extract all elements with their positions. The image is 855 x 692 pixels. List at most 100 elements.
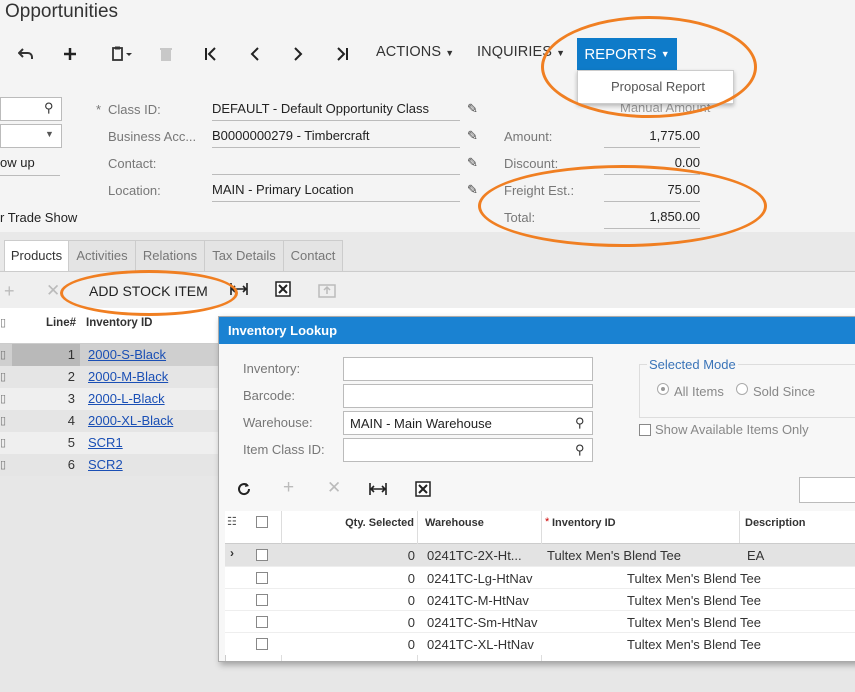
- fit-columns-icon[interactable]: [369, 481, 387, 500]
- refresh-icon[interactable]: [237, 482, 251, 499]
- amount-value: 1,775.00: [604, 128, 700, 148]
- table-row[interactable]: 0 0241TC-Sm-HtNav Tultex Men's Blend Tee: [225, 610, 855, 633]
- add-row-icon[interactable]: +: [283, 477, 294, 499]
- tab-relations[interactable]: Relations: [135, 240, 205, 271]
- required-mark: *: [545, 516, 550, 528]
- source-value: r Trade Show: [0, 210, 78, 225]
- class-id-value[interactable]: DEFAULT - Default Opportunity Class: [212, 101, 460, 121]
- column-config-icon[interactable]: ☷: [227, 515, 237, 528]
- barcode-input[interactable]: [343, 384, 593, 408]
- add-row-icon[interactable]: +: [4, 281, 15, 302]
- amount-label: Amount:: [504, 129, 553, 144]
- location-label: Location:: [108, 183, 161, 198]
- line-header[interactable]: Line#: [44, 317, 76, 329]
- export-excel-icon[interactable]: [415, 481, 431, 500]
- clipboard-icon[interactable]: [104, 43, 140, 65]
- pencil-icon[interactable]: ✎: [467, 128, 478, 144]
- pencil-icon[interactable]: ✎: [467, 155, 478, 171]
- barcode-label: Barcode:: [243, 388, 296, 403]
- warehouse-header[interactable]: Warehouse: [425, 517, 484, 529]
- pencil-icon[interactable]: ✎: [467, 101, 478, 117]
- all-items-label: All Items: [674, 384, 724, 399]
- warehouse-input[interactable]: MAIN - Main Warehouse ⚲: [343, 411, 593, 435]
- row-checkbox[interactable]: [256, 616, 268, 628]
- highlight-oval-reports: [541, 16, 757, 118]
- prev-icon[interactable]: [244, 43, 266, 65]
- contact-value[interactable]: [212, 155, 460, 175]
- file-icon: ▯: [0, 459, 7, 471]
- file-icon: ▯: [0, 415, 7, 427]
- tab-tax-details[interactable]: Tax Details: [204, 240, 284, 271]
- contact-label: Contact:: [108, 156, 157, 171]
- plus-icon[interactable]: [58, 43, 82, 65]
- row-checkbox[interactable]: [256, 572, 268, 584]
- highlight-oval-totals: [478, 165, 767, 247]
- item-class-label: Item Class ID:: [243, 442, 325, 457]
- table-row[interactable]: ▯ 3 2000-L-Black: [0, 388, 218, 410]
- tab-activities[interactable]: Activities: [68, 240, 136, 271]
- dialog-title: Inventory Lookup: [228, 323, 338, 338]
- search-icon[interactable]: ⚲: [44, 100, 54, 116]
- sold-since-radio[interactable]: [736, 383, 748, 395]
- show-available-label: Show Available Items Only: [655, 422, 809, 437]
- sold-since-label: Sold Since: [753, 384, 816, 399]
- table-row[interactable]: ▯ 5 SCR1: [0, 432, 218, 454]
- all-items-radio[interactable]: [657, 383, 669, 395]
- show-available-checkbox[interactable]: [639, 424, 651, 436]
- upload-icon[interactable]: [318, 282, 336, 301]
- file-icon: ▯: [0, 317, 7, 329]
- stage-value: ow up: [0, 155, 60, 176]
- row-checkbox[interactable]: [256, 638, 268, 650]
- inventory-label: Inventory:: [243, 361, 301, 376]
- class-id-label: Class ID:: [108, 102, 161, 117]
- last-record-icon[interactable]: [330, 43, 354, 65]
- caret-down-icon: ▼: [445, 48, 455, 58]
- table-row[interactable]: ▯ 4 2000-XL-Black: [0, 410, 218, 432]
- business-account-value[interactable]: B0000000279 - Timbercraft: [212, 128, 460, 148]
- table-row[interactable]: 0 0241TC-XL-HtNav Tultex Men's Blend Tee: [225, 632, 855, 655]
- tab-contact[interactable]: Contact: [283, 240, 343, 271]
- item-class-input[interactable]: ⚲: [343, 438, 593, 462]
- file-icon: ▯: [0, 393, 7, 405]
- business-account-label: Business Acc...: [108, 129, 197, 144]
- inventory-header[interactable]: Inventory ID: [86, 317, 152, 329]
- search-icon[interactable]: ⚲: [575, 415, 585, 431]
- select-all-checkbox[interactable]: [256, 516, 268, 528]
- selected-mode-label: Selected Mode: [647, 357, 738, 372]
- current-row-icon: ›: [230, 546, 234, 560]
- inventory-id-header[interactable]: Inventory ID: [552, 517, 616, 529]
- file-icon: ▯: [0, 349, 7, 361]
- table-row[interactable]: ▯ 1 2000-S-Black: [0, 344, 218, 366]
- next-icon[interactable]: [287, 43, 309, 65]
- chevron-down-icon[interactable]: ▼: [45, 129, 54, 139]
- file-icon: ▯: [0, 437, 7, 449]
- table-row[interactable]: 0 0241TC-M-HtNav Tultex Men's Blend Tee: [225, 588, 855, 611]
- inventory-lookup-dialog: Inventory Lookup Inventory: Barcode: War…: [218, 316, 855, 662]
- highlight-oval-add-stock: [60, 270, 238, 316]
- qty-selected-header[interactable]: Qty. Selected: [319, 517, 414, 529]
- table-row[interactable]: 0 0241TC-Lg-HtNav Tultex Men's Blend Tee: [225, 566, 855, 589]
- description-header[interactable]: Description: [745, 517, 806, 529]
- row-checkbox[interactable]: [256, 594, 268, 606]
- warehouse-label: Warehouse:: [243, 415, 313, 430]
- pencil-icon[interactable]: ✎: [467, 182, 478, 198]
- trash-icon[interactable]: [156, 43, 176, 65]
- table-row[interactable]: › 0 0241TC-2X-Ht... Tultex Men's Blend T…: [225, 544, 855, 566]
- row-checkbox[interactable]: [256, 549, 268, 561]
- page-title: Opportunities: [5, 1, 119, 22]
- tab-products[interactable]: Products: [4, 240, 69, 271]
- first-record-icon[interactable]: [200, 43, 222, 65]
- actions-menu[interactable]: ACTIONS ▼: [376, 44, 454, 60]
- table-row[interactable]: ▯ 2 2000-M-Black: [0, 366, 218, 388]
- table-row[interactable]: ▯ 6 SCR2: [0, 454, 218, 476]
- file-icon: ▯: [0, 371, 7, 383]
- inventory-input[interactable]: [343, 357, 593, 381]
- location-value[interactable]: MAIN - Primary Location: [212, 182, 460, 202]
- undo-icon[interactable]: [14, 43, 38, 65]
- export-excel-icon[interactable]: [275, 281, 291, 300]
- delete-row-icon[interactable]: ✕: [327, 478, 341, 498]
- dialog-header: Inventory Lookup: [219, 317, 855, 344]
- delete-row-icon[interactable]: ✕: [46, 281, 60, 301]
- grid-search-input[interactable]: [799, 477, 855, 503]
- search-icon[interactable]: ⚲: [575, 442, 585, 458]
